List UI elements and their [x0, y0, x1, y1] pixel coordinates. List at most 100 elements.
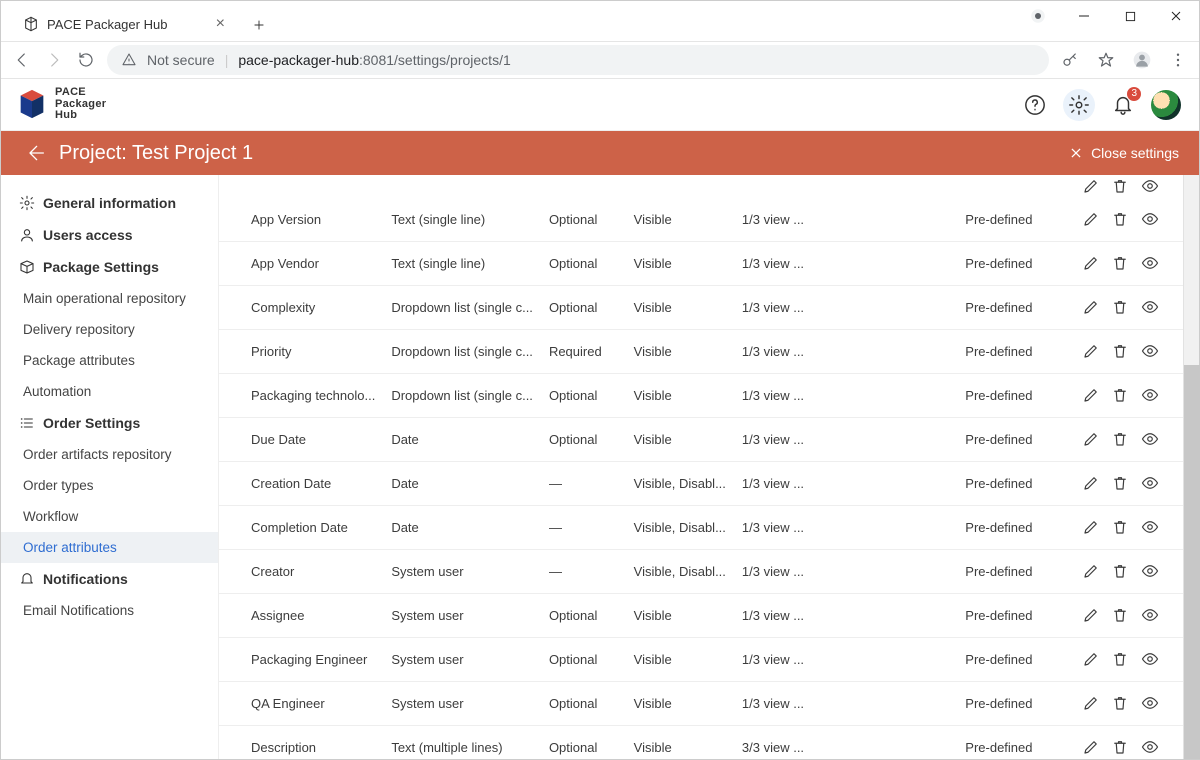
delete-icon[interactable] — [1109, 692, 1131, 714]
attr-description — [812, 418, 957, 462]
visibility-icon[interactable] — [1139, 208, 1161, 230]
user-icon — [19, 227, 35, 243]
attr-description — [812, 726, 957, 760]
scrollbar-thumb[interactable] — [1184, 365, 1200, 759]
sidebar-item[interactable]: Email Notifications — [1, 595, 218, 626]
edit-icon[interactable] — [1080, 428, 1102, 450]
visibility-icon[interactable] — [1139, 692, 1161, 714]
sidebar-section[interactable]: Order Settings — [1, 407, 218, 439]
sidebar-section[interactable]: Notifications — [1, 563, 218, 595]
edit-icon[interactable] — [1080, 384, 1102, 406]
key-icon[interactable] — [1059, 49, 1081, 71]
delete-icon[interactable] — [1109, 560, 1131, 582]
attr-visibility: Visible — [626, 418, 734, 462]
help-button[interactable] — [1019, 89, 1051, 121]
visibility-icon[interactable] — [1139, 175, 1161, 197]
brand-text: PACEPackagerHub — [55, 87, 106, 122]
settings-button[interactable] — [1063, 89, 1095, 121]
attr-views: 1/3 view ... — [734, 594, 812, 638]
box-icon — [19, 259, 35, 275]
window-titlebar: PACE Packager Hub × — [1, 1, 1199, 41]
delete-icon[interactable] — [1109, 384, 1131, 406]
not-secure-label: Not secure — [147, 52, 215, 68]
minimize-button[interactable] — [1061, 1, 1107, 31]
nav-forward-button[interactable] — [43, 49, 65, 71]
reload-button[interactable] — [75, 49, 97, 71]
visibility-icon[interactable] — [1139, 296, 1161, 318]
back-button[interactable] — [21, 139, 49, 167]
sidebar-item[interactable]: Package attributes — [1, 345, 218, 376]
nav-back-button[interactable] — [11, 49, 33, 71]
sidebar-item[interactable]: Order types — [1, 470, 218, 501]
table-row: Complexity Dropdown list (single c... Op… — [219, 286, 1183, 330]
delete-icon[interactable] — [1109, 340, 1131, 362]
visibility-icon[interactable] — [1139, 472, 1161, 494]
close-window-button[interactable] — [1153, 1, 1199, 31]
attr-description — [812, 286, 957, 330]
sidebar-item[interactable]: Workflow — [1, 501, 218, 532]
edit-icon[interactable] — [1080, 604, 1102, 626]
close-settings-button[interactable]: Close settings — [1069, 145, 1179, 161]
edit-icon[interactable] — [1080, 516, 1102, 538]
sidebar-item[interactable]: Delivery repository — [1, 314, 218, 345]
sidebar-section[interactable]: Users access — [1, 219, 218, 251]
profile-icon[interactable] — [1131, 49, 1153, 71]
app-logo[interactable]: PACEPackagerHub — [15, 87, 106, 122]
visibility-icon[interactable] — [1139, 736, 1161, 758]
address-bar[interactable]: Not secure | pace-packager-hub:8081/sett… — [107, 45, 1049, 75]
account-chip-icon[interactable] — [1015, 1, 1061, 31]
edit-icon[interactable] — [1080, 175, 1102, 197]
vertical-scrollbar[interactable] — [1183, 175, 1199, 759]
browser-tab[interactable]: PACE Packager Hub × — [9, 7, 239, 41]
visibility-icon[interactable] — [1139, 648, 1161, 670]
visibility-icon[interactable] — [1139, 604, 1161, 626]
delete-icon[interactable] — [1109, 736, 1131, 758]
delete-icon[interactable] — [1109, 428, 1131, 450]
sidebar-item[interactable]: Main operational repository — [1, 283, 218, 314]
delete-icon[interactable] — [1109, 604, 1131, 626]
visibility-icon[interactable] — [1139, 252, 1161, 274]
edit-icon[interactable] — [1080, 296, 1102, 318]
edit-icon[interactable] — [1080, 208, 1102, 230]
delete-icon[interactable] — [1109, 175, 1131, 197]
sidebar-section[interactable]: Package Settings — [1, 251, 218, 283]
maximize-button[interactable] — [1107, 1, 1153, 31]
attr-type: Dropdown list (single c... — [383, 374, 541, 418]
attr-type: Text (single line) — [383, 242, 541, 286]
edit-icon[interactable] — [1080, 692, 1102, 714]
visibility-icon[interactable] — [1139, 384, 1161, 406]
delete-icon[interactable] — [1109, 648, 1131, 670]
visibility-icon[interactable] — [1139, 560, 1161, 582]
not-secure-icon — [121, 52, 137, 68]
notifications-button[interactable]: 3 — [1107, 89, 1139, 121]
edit-icon[interactable] — [1080, 736, 1102, 758]
edit-icon[interactable] — [1080, 340, 1102, 362]
attr-type: System user — [383, 550, 541, 594]
notification-badge: 3 — [1127, 87, 1141, 101]
edit-icon[interactable] — [1080, 648, 1102, 670]
attr-type: Date — [383, 418, 541, 462]
edit-icon[interactable] — [1080, 472, 1102, 494]
sidebar-section[interactable]: General information — [1, 187, 218, 219]
bookmark-star-icon[interactable] — [1095, 49, 1117, 71]
close-tab-icon[interactable]: × — [216, 16, 225, 32]
settings-sidebar: General informationUsers accessPackage S… — [1, 175, 219, 759]
cube-icon — [15, 87, 49, 121]
sidebar-item[interactable]: Automation — [1, 376, 218, 407]
visibility-icon[interactable] — [1139, 340, 1161, 362]
sidebar-item[interactable]: Order attributes — [1, 532, 218, 563]
delete-icon[interactable] — [1109, 516, 1131, 538]
avatar[interactable] — [1151, 90, 1181, 120]
sidebar-item[interactable]: Order artifacts repository — [1, 439, 218, 470]
edit-icon[interactable] — [1080, 252, 1102, 274]
visibility-icon[interactable] — [1139, 516, 1161, 538]
delete-icon[interactable] — [1109, 296, 1131, 318]
attr-views: 1/3 view ... — [734, 330, 812, 374]
delete-icon[interactable] — [1109, 208, 1131, 230]
delete-icon[interactable] — [1109, 252, 1131, 274]
new-tab-button[interactable] — [245, 11, 273, 39]
delete-icon[interactable] — [1109, 472, 1131, 494]
visibility-icon[interactable] — [1139, 428, 1161, 450]
edit-icon[interactable] — [1080, 560, 1102, 582]
browser-menu-icon[interactable] — [1167, 49, 1189, 71]
